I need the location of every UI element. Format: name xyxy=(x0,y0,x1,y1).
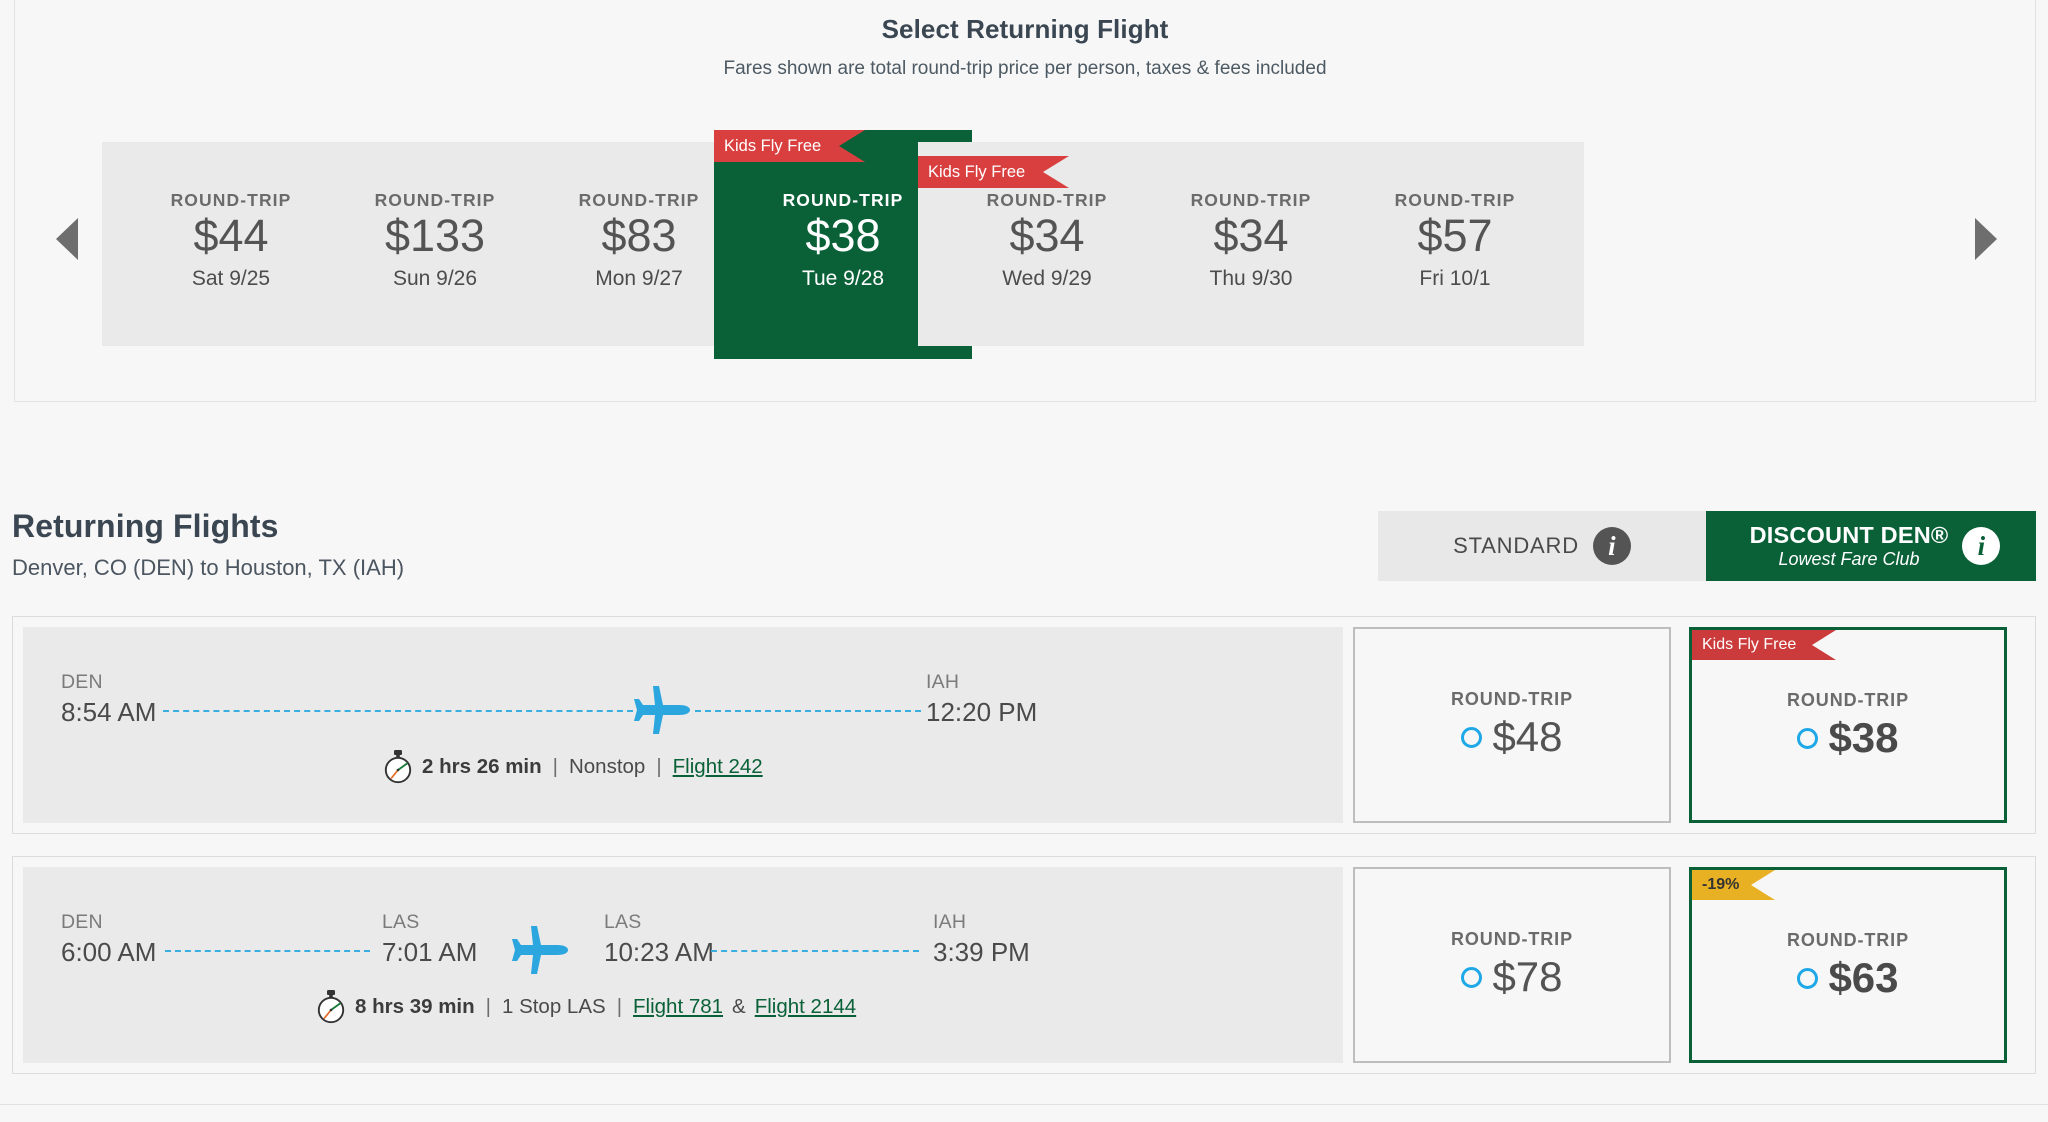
flight-itinerary-detail: DEN 8:54 AM IAH 12:20 PM 2 hrs 26 min | Nonsto… xyxy=(23,627,1343,823)
kids-fly-free-ribbon: Kids Fly Free xyxy=(1692,630,1837,660)
price-card-discount-den[interactable]: Kids Fly Free ROUND-TRIP $38 xyxy=(1689,627,2007,823)
airplane-icon xyxy=(633,685,691,735)
fare-type-label: ROUND-TRIP xyxy=(1787,930,1909,950)
tab-standard[interactable]: STANDARD i xyxy=(1378,511,1706,581)
depart-time: 8:54 AM xyxy=(61,697,157,727)
stopwatch-icon xyxy=(383,750,413,784)
tab-discount-den-label: DISCOUNT DEN® xyxy=(1749,522,1949,548)
flight-path-line xyxy=(711,950,919,952)
flight-path-line xyxy=(165,950,370,952)
layover-arrive-airport-code: LAS xyxy=(382,911,420,933)
carousel-next-arrow-icon[interactable] xyxy=(1975,218,1997,260)
carousel-prev-arrow-icon[interactable] xyxy=(56,218,78,260)
fare-radio-button[interactable] xyxy=(1461,966,1483,988)
date-strip: ROUND-TRIP $44 Sat 9/25 ROUND-TRIP $133 Sun 9… xyxy=(15,130,2037,359)
depart-airport-code: DEN xyxy=(61,911,103,933)
flight-result-row: DEN 6:00 AM LAS 7:01 AM LAS 10:23 AM IAH 3:39 P… xyxy=(12,856,2036,1074)
fare-price: $78 xyxy=(1492,953,1563,1000)
separator: | xyxy=(485,995,491,1018)
fare-radio-button[interactable] xyxy=(1797,727,1819,749)
bottom-divider xyxy=(0,1104,2048,1105)
kids-fly-free-ribbon: Kids Fly Free xyxy=(918,156,1070,188)
flight-summary: 2 hrs 26 min | Nonstop | Flight 242 xyxy=(383,750,763,784)
tab-standard-label: STANDARD xyxy=(1453,533,1579,558)
discount-percent-ribbon: -19% xyxy=(1692,870,1776,900)
date-carousel-panel: Select Returning Flight Fares shown are … xyxy=(14,0,2036,402)
tab-discount-den[interactable]: DISCOUNT DEN® Lowest Fare Club i xyxy=(1706,511,2036,581)
price-card-standard[interactable]: ROUND-TRIP $78 xyxy=(1353,867,1671,1063)
date-card-price: $57 xyxy=(1417,210,1493,261)
date-card-fare-type: ROUND-TRIP xyxy=(1394,190,1516,210)
fare-radio-button[interactable] xyxy=(1797,967,1819,989)
price-card-discount-den[interactable]: -19% ROUND-TRIP $63 xyxy=(1689,867,2007,1063)
flight-stops: 1 Stop LAS xyxy=(501,995,606,1018)
section-route: Denver, CO (DEN) to Houston, TX (IAH) xyxy=(12,555,405,580)
fare-type-label: ROUND-TRIP xyxy=(1787,690,1909,710)
flight-stops: Nonstop xyxy=(568,755,646,778)
returning-flights-header: Returning Flights Denver, CO (DEN) to Ho… xyxy=(12,508,812,581)
arrive-airport-code: IAH xyxy=(933,911,967,933)
depart-airport-code: DEN xyxy=(61,671,103,693)
flight-duration: 8 hrs 39 min xyxy=(355,995,475,1018)
kids-fly-free-ribbon: Kids Fly Free xyxy=(714,130,866,162)
fare-type-tabs: STANDARD i DISCOUNT DEN® Lowest Fare Clu… xyxy=(1378,511,2036,581)
stopwatch-icon xyxy=(316,990,346,1024)
fare-price: $63 xyxy=(1828,954,1899,1001)
flight-path-line xyxy=(163,710,633,712)
flight-summary: 8 hrs 39 min | 1 Stop LAS | Flight 781 & Fligh… xyxy=(316,990,856,1024)
arrive-time: 3:39 PM xyxy=(933,937,1030,967)
flight-duration: 2 hrs 26 min xyxy=(422,755,542,778)
tab-discount-den-sublabel: Lowest Fare Club xyxy=(1778,549,1920,569)
arrive-airport-code: IAH xyxy=(926,671,960,693)
flight-number-link[interactable]: Flight 242 xyxy=(673,755,763,779)
date-card-date: Fri 10/1 xyxy=(1419,266,1491,290)
airplane-icon xyxy=(511,925,569,975)
section-title: Returning Flights xyxy=(12,508,279,544)
info-icon[interactable]: i xyxy=(1592,527,1631,565)
separator: | xyxy=(656,755,662,778)
page-title: Select Returning Flight xyxy=(881,14,1169,44)
separator: | xyxy=(616,995,623,1018)
arrive-time: 12:20 PM xyxy=(926,697,1038,727)
separator: | xyxy=(552,755,558,778)
flight-number-link[interactable]: Flight 781 xyxy=(633,995,723,1019)
price-card-standard[interactable]: ROUND-TRIP $48 xyxy=(1353,627,1671,823)
flight-path-line xyxy=(695,710,921,712)
fare-radio-button[interactable] xyxy=(1461,726,1483,748)
layover-depart-time: 10:23 AM xyxy=(604,937,714,967)
info-icon[interactable]: i xyxy=(1962,527,2001,565)
fare-price: $48 xyxy=(1492,713,1563,760)
fare-price: $38 xyxy=(1828,714,1899,761)
date-card-fri-10-1[interactable]: ROUND-TRIP $57 Fri 10/1 xyxy=(1326,142,1584,346)
layover-depart-airport-code: LAS xyxy=(604,911,642,933)
layover-arrive-time: 7:01 AM xyxy=(382,937,478,967)
flight-itinerary-detail: DEN 6:00 AM LAS 7:01 AM LAS 10:23 AM IAH 3:39 P… xyxy=(23,867,1343,1063)
fare-disclaimer: Fares shown are total round-trip price p… xyxy=(723,58,1327,79)
flight-result-row: DEN 8:54 AM IAH 12:20 PM 2 hrs 26 min | Nonsto… xyxy=(12,616,2036,834)
flight-number-conjunction: & xyxy=(732,995,746,1018)
depart-time: 6:00 AM xyxy=(61,937,157,967)
fare-type-label: ROUND-TRIP xyxy=(1451,929,1573,949)
fare-type-label: ROUND-TRIP xyxy=(1451,689,1573,709)
flight-number-link[interactable]: Flight 2144 xyxy=(755,995,856,1019)
